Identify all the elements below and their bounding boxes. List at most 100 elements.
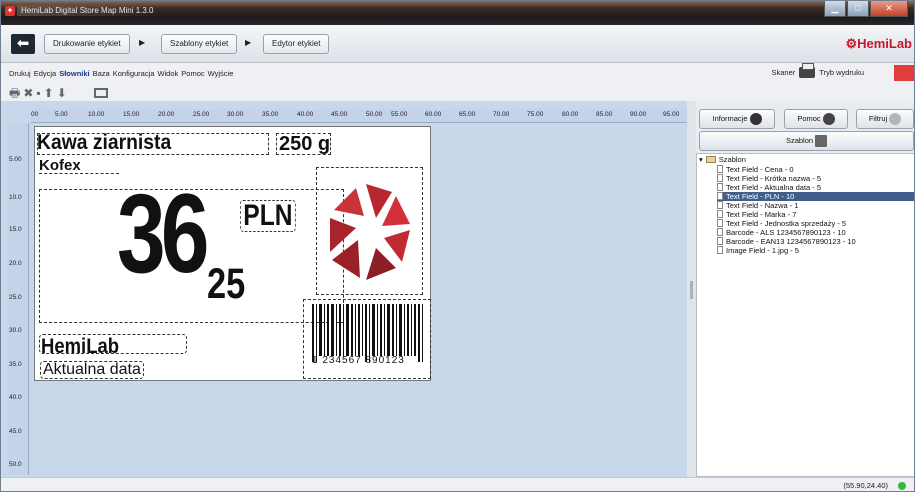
ruler-tick: 35.0 bbox=[9, 361, 22, 368]
title-bar: ✦ HemiLab Digital Store Map Mini 1.3.0 ▁… bbox=[1, 1, 914, 25]
menu-item-edycja[interactable]: Edycja bbox=[34, 69, 57, 78]
tree-item-label: Text Field - Krótka nazwa - 5 bbox=[726, 174, 822, 183]
help-button[interactable]: Pomoc bbox=[784, 109, 848, 129]
menu-item-baza[interactable]: Baza bbox=[93, 69, 110, 78]
ruler-tick: 25.0 bbox=[9, 294, 22, 301]
tree-item[interactable]: Text Field - Nazwa - 1 bbox=[717, 201, 914, 210]
ruler-tick: 25.00 bbox=[193, 111, 210, 118]
barcode-digits: 1 234567 890123 bbox=[312, 355, 405, 366]
app-icon: ✦ bbox=[5, 6, 15, 16]
frame-icon[interactable] bbox=[93, 88, 108, 98]
product-name-field[interactable]: Kawa ziarnista bbox=[37, 132, 171, 153]
document-icon bbox=[717, 174, 723, 182]
tree-item[interactable]: Barcode - ALS 1234567890123 - 10 bbox=[717, 228, 914, 237]
move-down-icon[interactable]: ⬇ bbox=[57, 86, 67, 100]
cursor-coordinates: (55.90,24.40) bbox=[843, 481, 888, 490]
ruler-tick: 45.00 bbox=[331, 111, 348, 118]
tree-item[interactable]: Barcode - EAN13 1234567890123 - 10 bbox=[717, 237, 914, 246]
filter-button[interactable]: Filtruj bbox=[856, 109, 914, 129]
template-label: Szablon bbox=[785, 136, 814, 145]
weight-field[interactable]: 250 g bbox=[276, 133, 332, 155]
tree-item[interactable]: Text Field - Krótka nazwa - 5 bbox=[717, 174, 914, 183]
template-tree[interactable]: ▾ Szablon Text Field - Cena - 0 Text Fiel… bbox=[696, 153, 914, 477]
tree-item[interactable]: Text Field - Cena - 0 bbox=[717, 165, 914, 174]
tree-item-label: Barcode - EAN13 1234567890123 - 10 bbox=[726, 237, 856, 246]
tree-root[interactable]: ▾ Szablon bbox=[699, 155, 746, 164]
menu-item-slowniki[interactable]: Słowniki bbox=[59, 69, 89, 78]
menu-item-wyjscie[interactable]: Wyjście bbox=[208, 69, 234, 78]
ruler-tick: 15.00 bbox=[123, 111, 140, 118]
tree-root-label: Szablon bbox=[718, 155, 746, 164]
move-up-icon[interactable]: ⬆ bbox=[44, 86, 54, 100]
ruler-tick: 00 bbox=[31, 111, 39, 118]
network-icon bbox=[815, 135, 828, 148]
delete-icon[interactable]: ✖ bbox=[23, 86, 33, 100]
document-icon bbox=[717, 246, 723, 254]
ruler-tick: 95.00 bbox=[663, 111, 680, 118]
price-main-field[interactable]: 36 bbox=[117, 178, 209, 290]
ruler-tick: 20.0 bbox=[9, 260, 22, 267]
menu-bar: Drukuj Edycja Słowniki Baza Konfiguracja… bbox=[1, 63, 914, 85]
nav-step-templates[interactable]: Szablony etykiet bbox=[161, 34, 238, 54]
info-button[interactable]: Informacje bbox=[699, 109, 775, 129]
shop-name-field[interactable]: HemiLab bbox=[41, 336, 119, 357]
tree-item[interactable]: Image Field - 1.jpg - 5 bbox=[717, 246, 914, 255]
price-cents-field[interactable]: 25 bbox=[207, 262, 245, 306]
brand-field[interactable]: Kofex bbox=[39, 158, 119, 174]
tree-item[interactable]: Text Field - Jednostka sprzedaży - 5 bbox=[717, 219, 914, 228]
help-label: Pomoc bbox=[797, 114, 821, 123]
document-icon bbox=[717, 201, 723, 209]
ruler-tick: 60.00 bbox=[425, 111, 442, 118]
close-button[interactable]: ✕ bbox=[870, 1, 908, 17]
print-mode-label: Tryb wydruku bbox=[819, 68, 864, 77]
ruler-tick: 50.0 bbox=[9, 461, 22, 468]
vertical-ruler: 5.00 10.0 15.0 20.0 25.0 30.0 35.0 40.0 … bbox=[8, 123, 29, 475]
ruler-tick: 5.00 bbox=[55, 111, 68, 118]
ruler-tick: 10.0 bbox=[9, 194, 22, 201]
currency-field[interactable]: PLN bbox=[240, 200, 296, 232]
document-icon bbox=[717, 192, 723, 200]
nav-step-printing[interactable]: Drukowanie etykiet bbox=[44, 34, 130, 54]
tree-item-selected[interactable]: Text Field - PLN - 10 bbox=[717, 192, 914, 201]
tree-item[interactable]: Text Field - Marka - 7 bbox=[717, 210, 914, 219]
ruler-tick: 35.00 bbox=[262, 111, 279, 118]
date-field[interactable]: Aktualna data bbox=[40, 361, 144, 379]
barcode-field[interactable] bbox=[303, 299, 431, 379]
menu-item-konfiguracja[interactable]: Konfiguracja bbox=[113, 69, 155, 78]
tree-item-label: Text Field - PLN - 10 bbox=[726, 192, 795, 201]
template-button[interactable]: Szablon bbox=[699, 131, 914, 151]
menu-item-widok[interactable]: Widok bbox=[157, 69, 178, 78]
print-icon[interactable]: 🖶 bbox=[9, 86, 20, 100]
menu-item-pomoc[interactable]: Pomoc bbox=[181, 69, 204, 78]
save-icon[interactable]: ▪ bbox=[36, 86, 40, 100]
document-icon bbox=[717, 228, 723, 236]
arrow-left-icon: ⬅ bbox=[16, 35, 30, 52]
ruler-tick: 45.0 bbox=[9, 428, 22, 435]
menu-item-drukuj[interactable]: Drukuj bbox=[9, 69, 31, 78]
ruler-tick: 40.00 bbox=[297, 111, 314, 118]
navigation-bar: ⬅ Drukowanie etykiet ▶ Szablony etykiet … bbox=[1, 25, 914, 63]
document-icon bbox=[717, 219, 723, 227]
info-icon bbox=[749, 113, 762, 126]
print-mode-indicator[interactable] bbox=[894, 65, 914, 81]
status-bar: (55.90,24.40) bbox=[1, 477, 914, 491]
label-preview[interactable]: Kawa ziarnista 250 g Kofex 36 25 PLN 1 2… bbox=[34, 126, 431, 381]
ruler-tick: 5.00 bbox=[9, 156, 22, 163]
maximize-button[interactable]: □ bbox=[847, 1, 869, 17]
panel-splitter[interactable] bbox=[687, 101, 696, 477]
right-panel: Informacje Pomoc Filtruj Szablon ▾ Szablo… bbox=[696, 101, 914, 477]
filter-label: Filtruj bbox=[868, 114, 888, 123]
aperture-logo-icon bbox=[330, 184, 410, 280]
ruler-tick: 15.0 bbox=[9, 226, 22, 233]
splitter-grip[interactable] bbox=[690, 281, 693, 299]
tree-item-label: Text Field - Jednostka sprzedaży - 5 bbox=[726, 219, 847, 228]
ruler-tick: 30.0 bbox=[9, 327, 22, 334]
logo-image-field[interactable] bbox=[316, 167, 423, 295]
tree-item[interactable]: Text Field - Aktualna data - 5 bbox=[717, 183, 914, 192]
document-icon bbox=[717, 210, 723, 218]
nav-step-editor[interactable]: Edytor etykiet bbox=[263, 34, 330, 54]
printer-icon[interactable] bbox=[799, 63, 816, 78]
back-button[interactable]: ⬅ bbox=[11, 34, 35, 54]
ruler-tick: 50.00 bbox=[366, 111, 383, 118]
minimize-button[interactable]: ▁ bbox=[824, 1, 846, 17]
